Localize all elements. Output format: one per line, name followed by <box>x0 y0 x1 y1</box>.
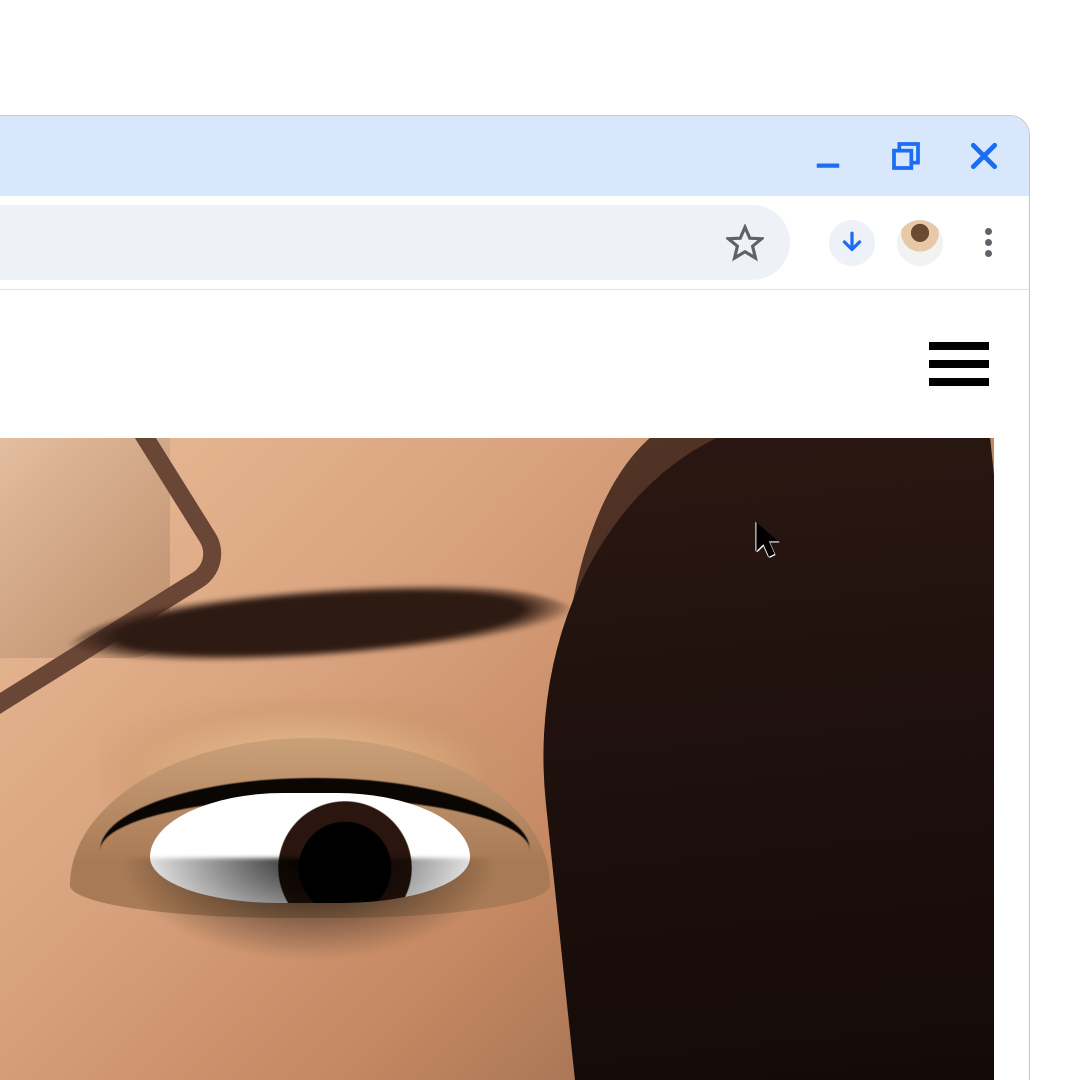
avatar-icon <box>897 220 943 266</box>
kebab-dot-icon <box>985 250 992 257</box>
omnibox-container <box>0 205 807 280</box>
download-icon <box>839 230 865 256</box>
hamburger-bar-icon <box>929 360 989 368</box>
downloads-button[interactable] <box>829 220 875 266</box>
bookmark-button[interactable] <box>726 224 764 262</box>
site-menu-button[interactable] <box>929 342 989 386</box>
minimize-icon <box>813 141 843 171</box>
kebab-dot-icon <box>985 239 992 246</box>
eye-shape <box>70 738 550 918</box>
minimize-button[interactable] <box>811 139 845 173</box>
hamburger-bar-icon <box>929 378 989 386</box>
hero-image <box>0 438 994 1080</box>
titlebar <box>0 116 1029 196</box>
page-viewport[interactable] <box>0 290 1029 1080</box>
browser-window <box>0 115 1030 1080</box>
chrome-menu-button[interactable] <box>971 226 1005 260</box>
hamburger-bar-icon <box>929 342 989 350</box>
site-header <box>0 290 1029 438</box>
star-icon <box>726 224 764 262</box>
close-icon <box>968 140 1000 172</box>
kebab-dot-icon <box>985 228 992 235</box>
profile-button[interactable] <box>897 220 943 266</box>
address-bar[interactable] <box>0 205 790 280</box>
close-button[interactable] <box>967 139 1001 173</box>
restore-icon <box>890 140 922 172</box>
hair-shape <box>508 438 994 1080</box>
browser-toolbar <box>0 196 1029 290</box>
restore-button[interactable] <box>889 139 923 173</box>
